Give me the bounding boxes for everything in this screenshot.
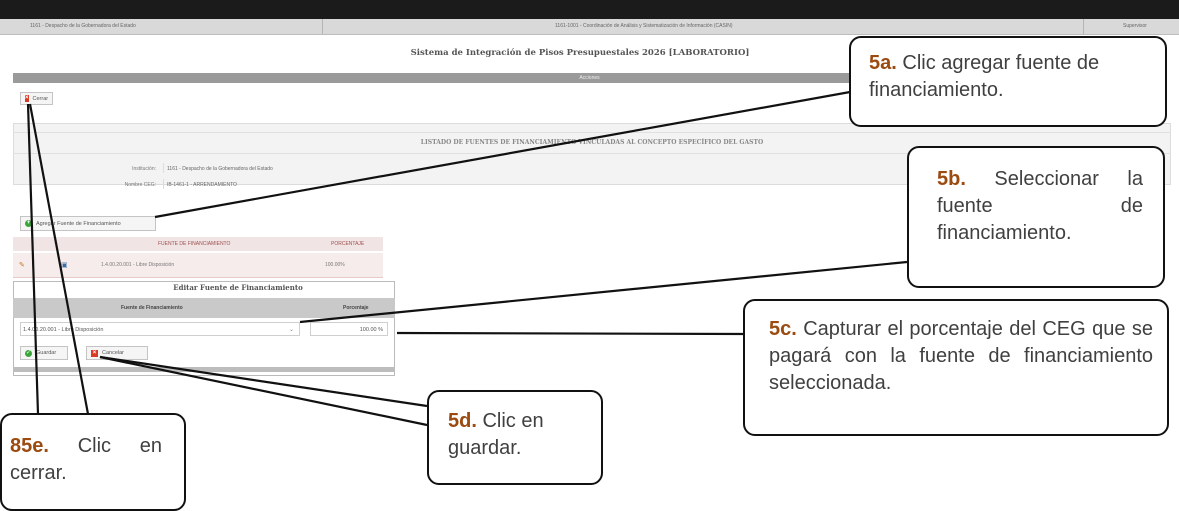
leader-5d bbox=[99, 355, 428, 408]
callout-5a-number: 5a. bbox=[869, 52, 897, 74]
callout-5b-text: Seleccionar la fuente de financiamiento. bbox=[937, 168, 1143, 244]
callout-5b-number: 5b. bbox=[937, 168, 966, 190]
callout-85e-number: 85e. bbox=[10, 435, 49, 457]
leader-5c bbox=[396, 331, 748, 336]
callout-5c-text: Capturar el porcentaje del CEG que se pa… bbox=[769, 318, 1154, 394]
callout-5a: 5a. Clic agregar fuente de financiamient… bbox=[849, 36, 1167, 127]
callout-5d: 5d. Clic en guardar. bbox=[427, 390, 603, 485]
callout-5b: 5b. Seleccionar la fuente de financiamie… bbox=[907, 146, 1165, 288]
callout-5c: 5c. Capturar el porcentaje del CEG que s… bbox=[743, 299, 1169, 436]
callout-5a-text: Clic agregar fuente de financiamiento. bbox=[869, 52, 1100, 101]
leader-85e bbox=[26, 103, 40, 415]
callout-5d-number: 5d. bbox=[448, 410, 477, 432]
leader-85e-2 bbox=[28, 103, 90, 415]
leader-5a bbox=[154, 90, 851, 219]
callout-85e: 85e. Clic en cerrar. bbox=[0, 413, 186, 511]
callout-5c-number: 5c. bbox=[769, 318, 797, 340]
